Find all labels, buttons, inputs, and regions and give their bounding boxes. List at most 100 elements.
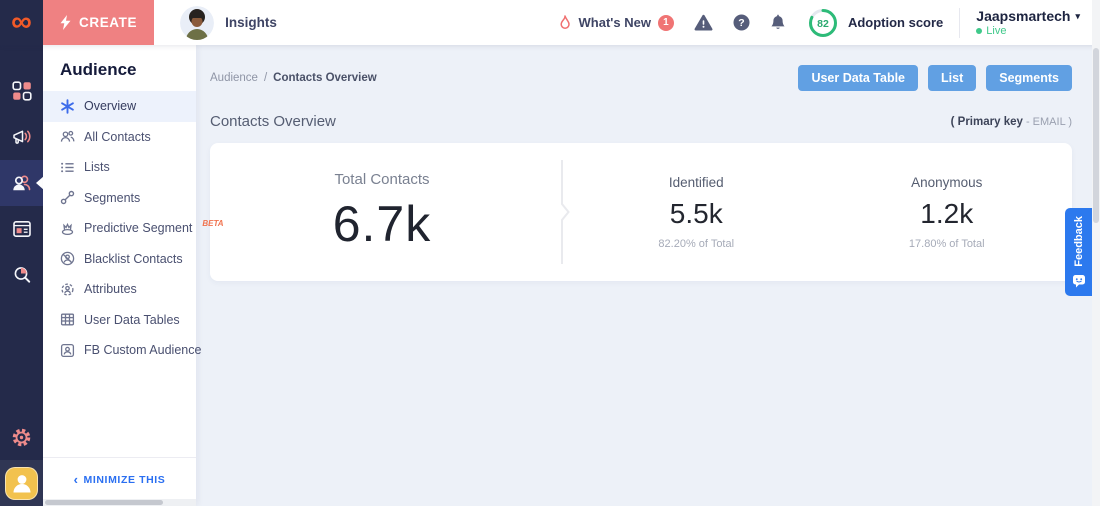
adoption-score-label: Adoption score	[848, 15, 943, 30]
anonymous-percent: 17.80% of Total	[909, 238, 985, 250]
divider-chevron-icon	[554, 160, 571, 264]
profile-avatar-button[interactable]	[5, 467, 38, 500]
horizontal-scrollbar-thumb[interactable]	[45, 500, 163, 505]
create-button[interactable]: CREATE	[43, 0, 154, 45]
sidebar-item-fb-custom-audience[interactable]: FB Custom Audience	[43, 335, 196, 366]
whats-new-label: What's New	[579, 15, 651, 30]
total-contacts-label: Total Contacts	[334, 171, 429, 188]
rail-item-audience[interactable]	[0, 160, 43, 206]
segments-button[interactable]: Segments	[986, 65, 1072, 91]
primary-key-strong: ( Primary key	[951, 116, 1023, 128]
total-contacts-value: 6.7k	[333, 195, 432, 253]
left-icon-rail	[0, 45, 43, 506]
insights-label[interactable]: Insights	[225, 15, 277, 30]
adoption-score-widget[interactable]: 82 Adoption score	[808, 8, 943, 38]
sidebar-item-overview[interactable]: Overview	[43, 91, 196, 122]
content-page-icon	[12, 219, 32, 239]
list-button[interactable]: List	[928, 65, 976, 91]
horizontal-scrollbar[interactable]	[43, 499, 196, 506]
segments-link-icon	[60, 190, 75, 205]
data-table-icon	[60, 312, 75, 327]
card-divider	[554, 143, 571, 281]
minimize-label: MINIMIZE THIS	[84, 474, 166, 486]
topbar-divider	[959, 8, 960, 38]
sidebar-item-blacklist-contacts[interactable]: Blacklist Contacts	[43, 244, 196, 275]
rail-item-dashboard[interactable]	[0, 68, 43, 114]
asterisk-overview-icon	[60, 99, 75, 114]
sidebar-item-label: FB Custom Audience	[84, 343, 201, 357]
breadcrumb-current: Contacts Overview	[273, 72, 377, 84]
breadcrumb-section[interactable]: Audience	[210, 72, 258, 84]
adoption-score-value: 82	[817, 17, 829, 29]
sidebar-item-label: Predictive Segment	[84, 221, 192, 235]
primary-key-muted: - EMAIL )	[1026, 116, 1072, 128]
sidebar-item-segments[interactable]: Segments	[43, 183, 196, 214]
identified-label: Identified	[669, 175, 724, 190]
notifications-button[interactable]	[770, 14, 786, 31]
svg-text:?: ?	[738, 17, 744, 29]
vertical-scrollbar[interactable]	[1092, 0, 1100, 506]
sidebar-item-label: Overview	[84, 99, 136, 113]
anonymous-label: Anonymous	[911, 175, 982, 190]
lightning-bolt-icon	[60, 15, 71, 30]
account-menu[interactable]: Jaapsmartech ▾ Live	[976, 8, 1080, 37]
sidebar-item-user-data-tables[interactable]: User Data Tables	[43, 305, 196, 336]
user-data-table-button[interactable]: User Data Table	[798, 65, 918, 91]
sidebar-item-predictive-segment[interactable]: Predictive Segment BETA	[43, 213, 196, 244]
audience-sidebar: Audience Overview All Contacts Lists Seg…	[43, 45, 196, 506]
infinity-icon: ∞	[11, 8, 32, 37]
contacts-group-icon	[60, 129, 75, 144]
attributes-gear-person-icon	[60, 282, 75, 297]
rail-item-settings[interactable]	[0, 414, 43, 460]
chevron-down-icon: ▾	[1075, 11, 1080, 22]
total-contacts-block: Total Contacts 6.7k	[210, 143, 554, 281]
create-button-label: CREATE	[79, 15, 137, 30]
question-mark-icon: ?	[733, 14, 750, 31]
sidebar-item-all-contacts[interactable]: All Contacts	[43, 122, 196, 153]
page-title: Contacts Overview	[210, 113, 336, 130]
identified-block: Identified 5.5k 82.20% of Total	[571, 143, 822, 281]
rail-spacer	[0, 298, 43, 414]
rail-item-analytics[interactable]	[0, 252, 43, 298]
flame-icon	[558, 15, 572, 31]
anonymous-value: 1.2k	[920, 198, 973, 230]
anonymous-block: Anonymous 1.2k 17.80% of Total	[822, 143, 1073, 281]
feedback-label: Feedback	[1073, 216, 1085, 267]
app-logo-infinity[interactable]: ∞	[0, 0, 43, 45]
minimize-sidebar-button[interactable]: ‹ MINIMIZE THIS	[43, 457, 196, 499]
account-name: Jaapsmartech	[976, 8, 1070, 24]
breadcrumb: Audience / Contacts Overview	[210, 72, 377, 84]
sidebar-item-attributes[interactable]: Attributes	[43, 274, 196, 305]
list-icon	[60, 160, 75, 175]
grid-dashboard-icon	[12, 81, 32, 101]
fb-audience-icon	[60, 343, 75, 358]
megaphone-icon	[12, 127, 32, 147]
live-status-badge: Live	[976, 25, 1080, 37]
adoption-score-ring-icon: 82	[808, 8, 838, 38]
beta-badge: BETA	[202, 219, 223, 228]
warning-triangle-icon	[694, 14, 713, 31]
chat-bubble-icon	[1072, 274, 1086, 288]
avatar-illustration-icon	[180, 6, 214, 40]
top-bar: ∞ CREATE Insights What's New 1	[0, 0, 1100, 45]
alerts-warning-button[interactable]	[694, 14, 713, 31]
person-icon	[7, 468, 37, 498]
rail-item-campaigns[interactable]	[0, 114, 43, 160]
header-actions: User Data Table List Segments	[798, 65, 1072, 91]
sidebar-item-label: Attributes	[84, 282, 137, 296]
breadcrumb-separator: /	[264, 72, 267, 84]
sidebar-item-lists[interactable]: Lists	[43, 152, 196, 183]
blacklist-person-icon	[60, 251, 75, 266]
vertical-scrollbar-thumb[interactable]	[1093, 48, 1099, 223]
feedback-tab[interactable]: Feedback	[1065, 208, 1092, 296]
rail-item-content[interactable]	[0, 206, 43, 252]
audience-people-icon	[11, 173, 32, 193]
user-avatar[interactable]	[180, 6, 214, 40]
help-button[interactable]: ?	[733, 14, 750, 31]
chevron-left-icon: ‹	[74, 472, 79, 487]
whats-new-button[interactable]: What's New 1	[558, 15, 674, 31]
identified-percent: 82.20% of Total	[658, 238, 734, 250]
sidebar-title: Audience	[43, 45, 196, 91]
search-analytics-icon	[12, 265, 32, 285]
sidebar-item-label: Segments	[84, 191, 140, 205]
